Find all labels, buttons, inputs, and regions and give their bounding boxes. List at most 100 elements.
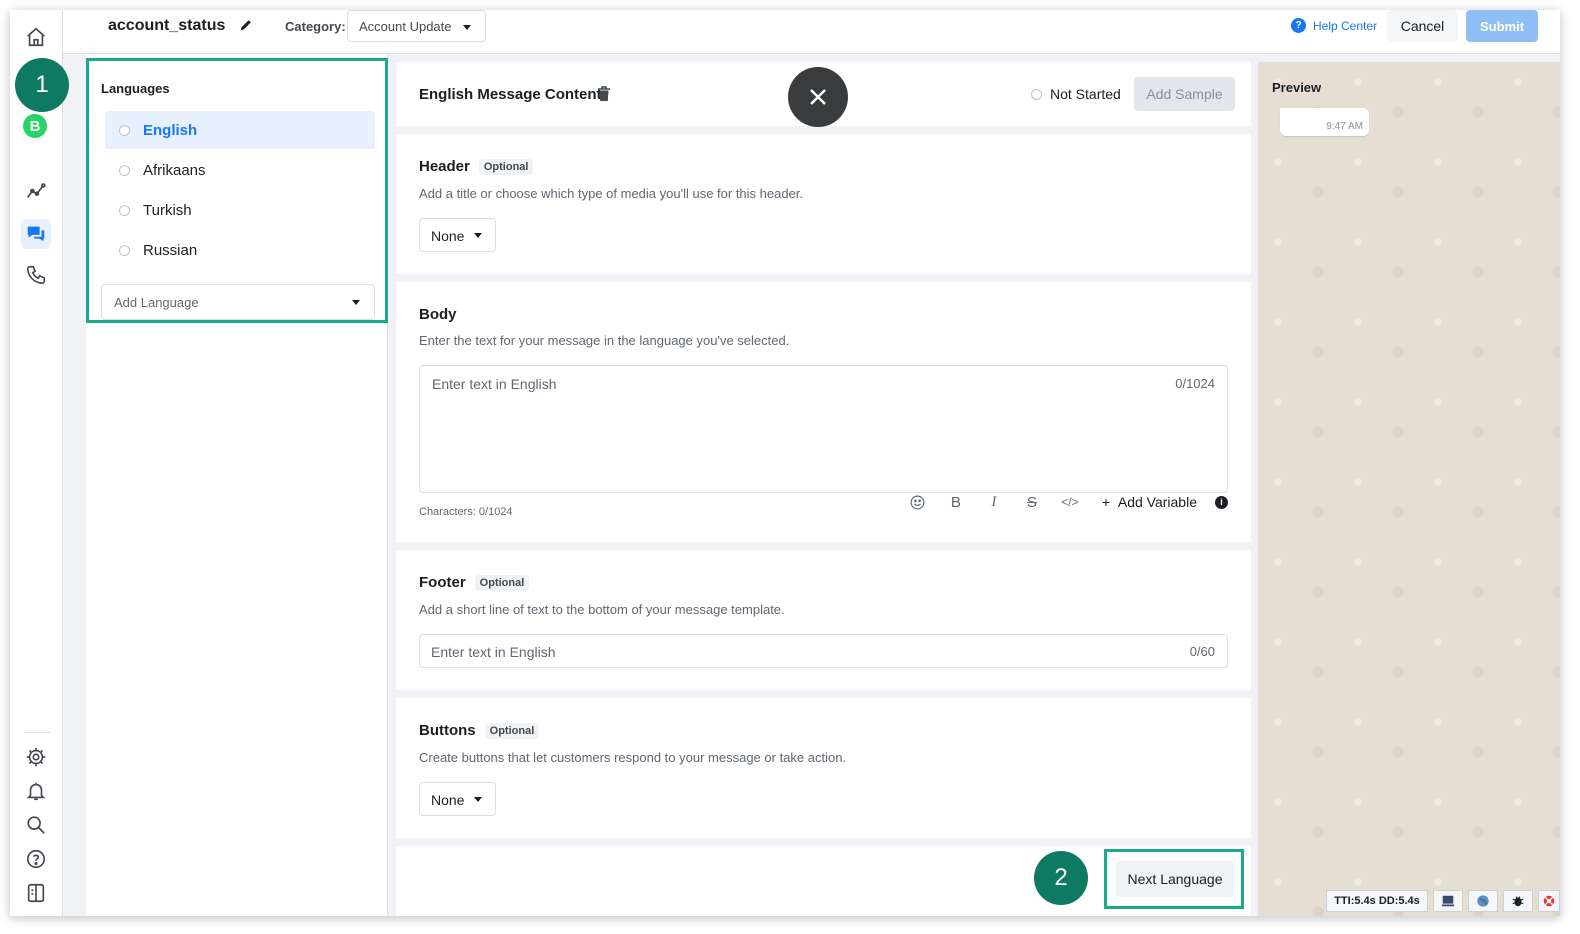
whatsapp-business-icon[interactable]: B: [23, 114, 47, 138]
add-language-placeholder: Add Language: [114, 295, 199, 310]
language-label: Turkish: [143, 201, 192, 219]
search-icon[interactable]: [21, 810, 51, 840]
chevron-down-icon: [474, 233, 482, 238]
radio-icon: [119, 124, 130, 136]
chevron-down-icon: [352, 300, 360, 305]
languages-highlight-box: Languages English Afrikaans Turkish Russ…: [86, 58, 388, 323]
submit-button[interactable]: Submit: [1466, 10, 1538, 42]
body-counter: 0/1024: [1175, 376, 1215, 391]
optional-badge: Optional: [484, 723, 540, 740]
buttons-title-text: Buttons: [419, 722, 476, 739]
language-item-russian[interactable]: Russian: [105, 231, 375, 269]
content-title-text: English Message Content: [419, 86, 602, 103]
optional-badge: Optional: [474, 575, 530, 592]
buttons-title: Buttons Optional: [419, 722, 540, 740]
preview-panel: Preview 9:47 AM: [1258, 62, 1560, 916]
status-label: Not Started: [1050, 86, 1121, 102]
body-card: Body Enter the text for your message in …: [396, 282, 1251, 542]
header-type-value: None: [431, 228, 465, 244]
chevron-down-icon: [474, 797, 482, 802]
settings-gear-icon[interactable]: [21, 742, 51, 772]
close-icon: [810, 89, 826, 105]
step-marker-two: 2: [1034, 851, 1088, 905]
category-label: Category:: [285, 19, 346, 34]
body-text-input[interactable]: Enter text in English 0/1024: [419, 365, 1228, 493]
template-name: account_status: [108, 17, 226, 34]
plus-icon: +: [1101, 494, 1118, 510]
home-icon[interactable]: [21, 22, 51, 52]
footer-counter: 0/60: [1189, 644, 1215, 659]
info-icon[interactable]: i: [1215, 495, 1228, 509]
header-description: Add a title or choose which type of medi…: [419, 186, 804, 201]
body-characters-count: Characters: 0/1024: [419, 506, 513, 518]
app-frame: B account_status Category: Account Updat…: [10, 10, 1560, 916]
language-label: English: [143, 121, 198, 139]
footer-title-text: Footer: [419, 574, 466, 591]
header-card: Header Optional Add a title or choose whi…: [396, 134, 1251, 274]
cancel-button[interactable]: Cancel: [1387, 10, 1458, 42]
footer-title: Footer Optional: [419, 574, 530, 592]
debug-timing: TTI:5.4s DD:5.4s: [1326, 890, 1428, 912]
rail-divider: [24, 732, 50, 733]
close-overlay-button[interactable]: [788, 67, 848, 127]
help-center-link[interactable]: ? Help Center: [1291, 18, 1377, 33]
help-question-icon[interactable]: [21, 844, 51, 874]
radio-icon: [119, 244, 130, 256]
emoji-icon[interactable]: [908, 492, 928, 512]
debug-monitor-icon[interactable]: [1433, 890, 1463, 912]
status-indicator: Not Started: [1031, 86, 1121, 102]
collapse-panel-icon[interactable]: [21, 878, 51, 908]
buttons-description: Create buttons that let customers respon…: [419, 750, 847, 765]
trash-icon[interactable]: [597, 86, 611, 102]
top-bar: account_status Category: Account Update …: [63, 10, 1560, 54]
preview-title: Preview: [1272, 80, 1322, 95]
languages-title: Languages: [101, 81, 170, 96]
language-label: Russian: [143, 241, 198, 259]
buttons-type-value: None: [431, 792, 465, 808]
add-variable-button[interactable]: + Add Variable: [1102, 494, 1197, 510]
category-value: Account Update: [359, 19, 452, 34]
body-title: Body: [419, 306, 457, 323]
messages-icon[interactable]: [21, 219, 51, 249]
next-language-button[interactable]: Next Language: [1116, 861, 1234, 897]
category-dropdown[interactable]: Account Update: [347, 10, 486, 42]
footer-placeholder: Enter text in English: [431, 644, 556, 660]
content-title: English Message Content: [419, 86, 602, 103]
debug-lifebuoy-icon[interactable]: [1538, 890, 1560, 912]
optional-badge: Optional: [478, 159, 534, 176]
body-format-toolbar: B I S </> + Add Variable i: [890, 492, 1228, 512]
header-title-text: Header: [419, 158, 470, 175]
language-item-afrikaans[interactable]: Afrikaans: [105, 151, 375, 189]
chevron-down-icon: [463, 25, 471, 30]
status-circle-icon: [1031, 88, 1042, 100]
radio-icon: [119, 204, 130, 216]
body-placeholder: Enter text in English: [432, 376, 557, 392]
help-circle-icon: ?: [1291, 18, 1306, 33]
bold-button[interactable]: B: [946, 492, 966, 512]
insights-icon[interactable]: [21, 176, 51, 206]
language-item-turkish[interactable]: Turkish: [105, 191, 375, 229]
header-type-dropdown[interactable]: None: [419, 218, 496, 252]
italic-button[interactable]: I: [984, 492, 1004, 512]
debug-bug-icon[interactable]: [1503, 890, 1533, 912]
strikethrough-button[interactable]: S: [1022, 492, 1042, 512]
debug-globe-icon[interactable]: [1468, 890, 1498, 912]
pencil-edit-icon[interactable]: [239, 18, 253, 32]
add-sample-button[interactable]: Add Sample: [1134, 77, 1235, 111]
phone-icon[interactable]: [21, 260, 51, 290]
nav-rail: B: [10, 10, 63, 916]
header-title: Header Optional: [419, 158, 534, 176]
bell-icon[interactable]: [21, 776, 51, 806]
help-center-label: Help Center: [1313, 18, 1378, 33]
language-label: Afrikaans: [143, 161, 206, 179]
add-language-dropdown[interactable]: Add Language: [101, 284, 375, 320]
footer-description: Add a short line of text to the bottom o…: [419, 602, 785, 617]
footer-text-input[interactable]: Enter text in English 0/60: [419, 634, 1228, 668]
add-variable-label: Add Variable: [1117, 494, 1197, 510]
buttons-card: Buttons Optional Create buttons that let …: [396, 698, 1251, 838]
buttons-type-dropdown[interactable]: None: [419, 782, 496, 816]
step-marker-one: 1: [15, 58, 69, 112]
languages-panel: Languages English Afrikaans Turkish Russ…: [86, 54, 388, 916]
code-button[interactable]: </>: [1060, 492, 1080, 512]
language-item-english[interactable]: English: [105, 111, 375, 149]
